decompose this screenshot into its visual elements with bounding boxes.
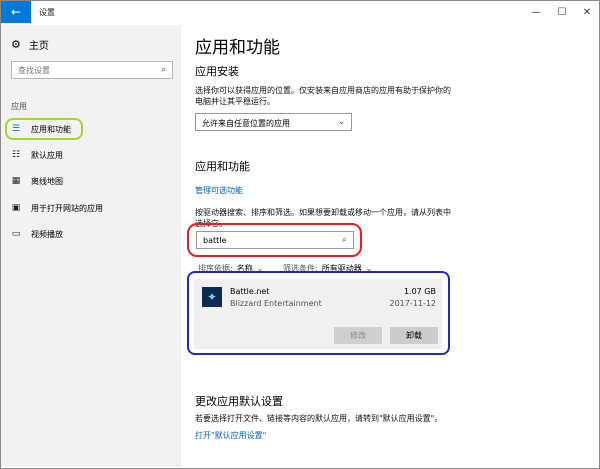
video-playback-icon: ▭ — [11, 229, 21, 239]
dropdown-value: 允许来自任意位置的应用 — [202, 119, 290, 128]
sidebar-home[interactable]: ⚙ 主页 — [11, 37, 49, 52]
manage-optional-features-link[interactable]: 管理可选功能 — [195, 185, 243, 196]
sidebar-item-default-apps[interactable]: ☷ 默认应用 — [11, 148, 63, 162]
install-description: 选择你可以获得应用的位置。仅安装来自应用商店的应用有助于保护你的电脑并让其平稳运… — [195, 86, 451, 106]
sidebar-item-label: 视频播放 — [31, 229, 63, 239]
maximize-icon: ☐ — [557, 6, 567, 18]
sidebar-item-label: 应用和功能 — [31, 124, 71, 134]
apps-for-websites-icon: ▣ — [11, 203, 21, 213]
app-search-box[interactable]: ⌕ — [196, 231, 354, 249]
uninstall-button[interactable]: 卸载 — [390, 327, 438, 344]
back-arrow-icon: ← — [10, 5, 22, 19]
app-name: Battle.net — [230, 287, 270, 296]
install-source-dropdown[interactable]: 允许来自任意位置的应用 ⌄ — [195, 113, 352, 131]
sidebar-item-label: 用于打开网站的应用 — [31, 203, 103, 213]
apps-features-heading: 应用和功能 — [195, 160, 250, 173]
chevron-down-icon: ⌄ — [338, 117, 345, 126]
defaults-description: 若要选择打开文件、链接等内容的默认应用，请转到"默认应用设置"。 — [195, 414, 443, 423]
open-default-apps-settings-link[interactable]: 打开"默认应用设置" — [195, 430, 266, 441]
offline-maps-icon: ▦ — [11, 176, 21, 186]
search-icon[interactable]: ⌕ — [342, 235, 347, 245]
install-heading: 应用安装 — [195, 65, 239, 78]
page-title: 应用和功能 — [195, 38, 280, 58]
close-icon: ✕ — [582, 6, 592, 18]
maximize-button[interactable]: ☐ — [552, 4, 572, 20]
apps-features-icon: ☰ — [11, 124, 21, 134]
modify-button[interactable]: 修改 — [334, 327, 382, 344]
settings-search-input[interactable] — [12, 62, 150, 78]
sidebar-item-label: 默认应用 — [31, 150, 63, 160]
gear-icon: ⚙ — [11, 38, 21, 51]
settings-search-box[interactable]: ⌕ — [11, 61, 173, 79]
sidebar-item-apps-features[interactable]: ☰ 应用和功能 — [11, 122, 71, 136]
app-size: 1.07 GB — [403, 287, 436, 296]
search-icon[interactable]: ⌕ — [161, 65, 166, 75]
window-title: 设置 — [39, 8, 55, 17]
sidebar-item-video-playback[interactable]: ▭ 视频播放 — [11, 227, 63, 241]
app-publisher: Blizzard Entertainment — [230, 299, 322, 308]
app-install-date: 2017-11-12 — [389, 299, 437, 308]
minimize-button[interactable]: — — [526, 4, 546, 20]
app-list-item[interactable]: ✦ Battle.net Blizzard Entertainment 1.07… — [194, 279, 442, 349]
close-button[interactable]: ✕ — [577, 4, 597, 20]
title-bar: ← 设置 — ☐ ✕ — [1, 1, 598, 25]
home-label: 主页 — [28, 41, 49, 52]
app-search-input[interactable] — [197, 232, 327, 248]
change-defaults-heading: 更改应用默认设置 — [195, 395, 283, 408]
sidebar-item-apps-for-websites[interactable]: ▣ 用于打开网站的应用 — [11, 201, 103, 215]
sidebar-item-label: 离线地图 — [31, 176, 63, 186]
sidebar-item-offline-maps[interactable]: ▦ 离线地图 — [11, 174, 63, 188]
back-button[interactable]: ← — [1, 1, 31, 23]
minimize-icon: — — [531, 6, 541, 18]
main-content: 应用和功能 应用安装 选择你可以获得应用的位置。仅安装来自应用商店的应用有助于保… — [182, 25, 598, 467]
sidebar: ⚙ 主页 ⌕ 应用 ☰ 应用和功能 ☷ 默认应用 ▦ 离线地图 ▣ 用于打开网站… — [1, 25, 181, 467]
default-apps-icon: ☷ — [11, 150, 21, 160]
sidebar-section-label: 应用 — [11, 102, 27, 111]
battlenet-app-icon: ✦ — [202, 287, 222, 307]
